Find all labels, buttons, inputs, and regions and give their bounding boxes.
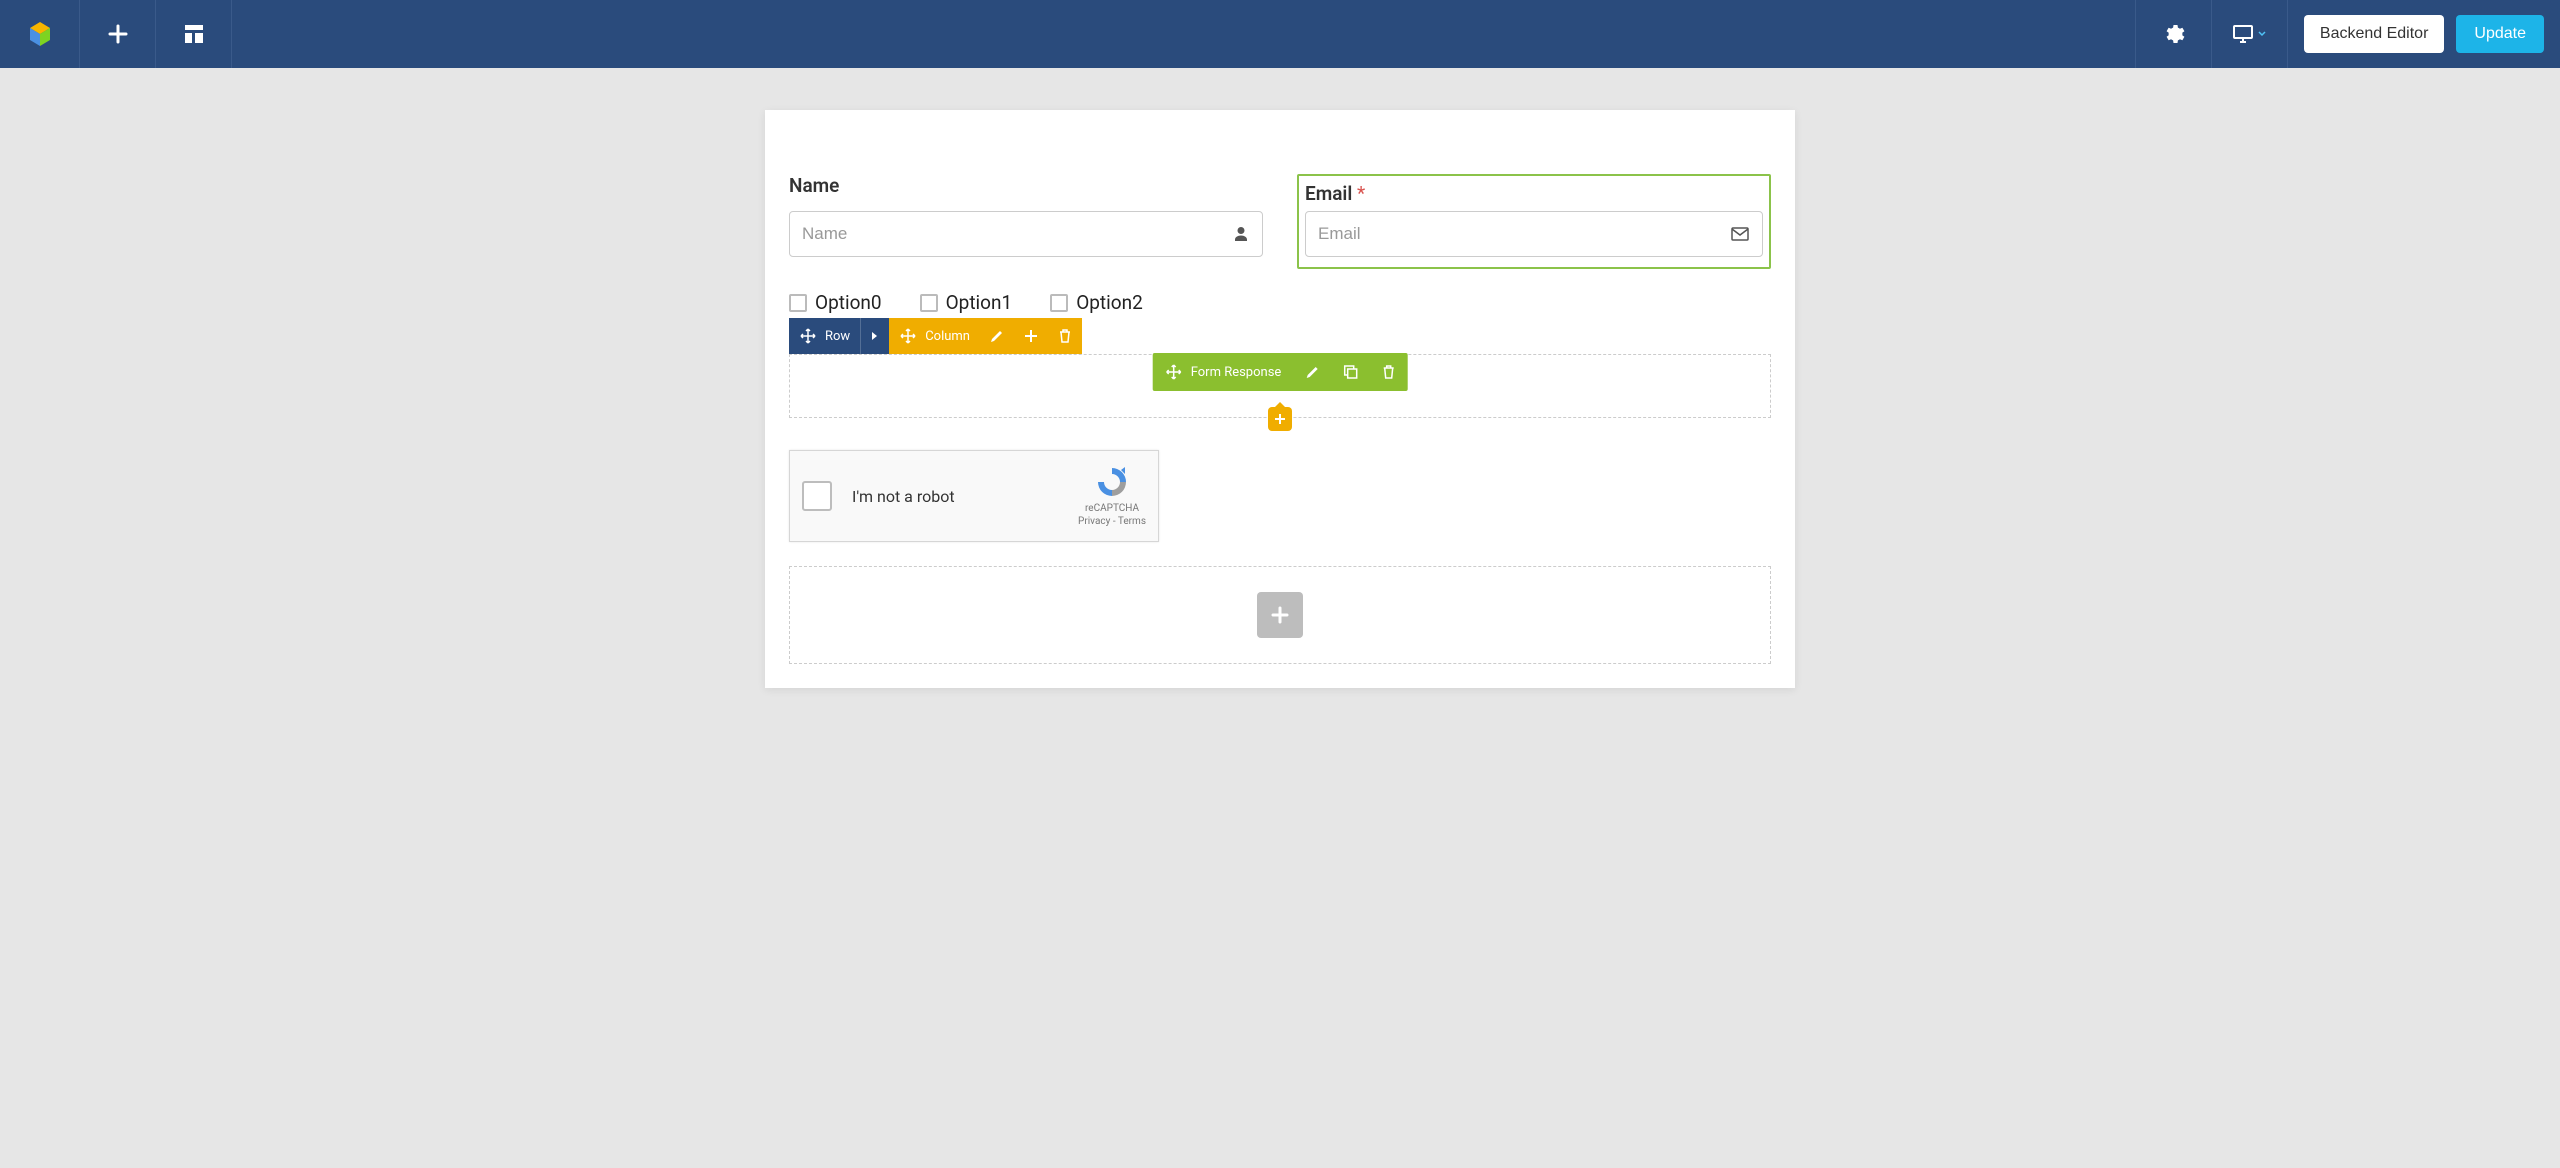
column-edit-button[interactable] [980, 318, 1014, 354]
plus-icon [1270, 605, 1290, 625]
top-bar: Backend Editor Update [0, 0, 2560, 68]
chevron-down-icon [2258, 31, 2266, 37]
form-response-delete-button[interactable] [1369, 353, 1407, 391]
option-label: Option1 [946, 291, 1013, 314]
wpbakery-logo-icon [26, 20, 54, 48]
name-input[interactable] [789, 211, 1263, 257]
trash-icon [1058, 329, 1072, 343]
add-element-inline-button[interactable] [1268, 407, 1292, 431]
name-label: Name [789, 174, 1263, 197]
gear-icon [2161, 22, 2185, 46]
form-response-row[interactable]: Form Response [789, 354, 1771, 418]
plus-move-icon [1165, 363, 1183, 381]
copy-icon [1343, 365, 1357, 379]
checkbox-icon[interactable] [789, 294, 807, 312]
form-row: Name Email * [789, 174, 1771, 269]
option-0[interactable]: Option0 [789, 291, 882, 314]
email-field-block[interactable]: Email * [1297, 174, 1771, 269]
column-label: Column [925, 329, 970, 344]
column-drag-handle[interactable]: Column [889, 318, 980, 354]
layout-icon [183, 23, 205, 45]
responsive-preview-button[interactable] [2211, 0, 2287, 68]
required-marker: * [1357, 182, 1365, 205]
option-1[interactable]: Option1 [920, 291, 1013, 314]
email-input-wrap [1305, 211, 1763, 257]
checkbox-options[interactable]: Option0 Option1 Option2 [789, 291, 1771, 314]
name-field-block[interactable]: Name [789, 174, 1263, 269]
envelope-icon [1731, 227, 1749, 241]
move-icon [799, 327, 817, 345]
row-drag-handle[interactable]: Row [789, 318, 860, 354]
pencil-icon [1305, 365, 1319, 379]
row-control: Row [789, 318, 889, 354]
row-layout-button[interactable] [861, 318, 889, 354]
checkbox-icon[interactable] [920, 294, 938, 312]
backend-editor-button[interactable]: Backend Editor [2304, 15, 2445, 53]
page-canvas: Name Email * [765, 110, 1795, 688]
name-input-wrap [789, 211, 1263, 257]
option-label: Option0 [815, 291, 882, 314]
recaptcha-checkbox[interactable] [802, 481, 832, 511]
recaptcha-branding: reCAPTCHA Privacy - Terms [1078, 464, 1146, 528]
email-input[interactable] [1305, 211, 1763, 257]
form-response-control: Form Response [1153, 353, 1408, 391]
topbar-spacer [232, 0, 2135, 68]
plus-icon [1274, 413, 1286, 425]
user-icon [1233, 226, 1249, 242]
checkbox-icon[interactable] [1050, 294, 1068, 312]
email-label-text: Email [1305, 182, 1352, 205]
plus-move-icon [899, 327, 917, 345]
recaptcha-logo-icon [1078, 464, 1146, 500]
trash-icon [1381, 365, 1395, 379]
templates-button[interactable] [156, 0, 232, 68]
option-label: Option2 [1076, 291, 1143, 314]
add-element-button[interactable] [80, 0, 156, 68]
desktop-icon [2232, 24, 2254, 44]
row-label: Row [825, 329, 850, 344]
recaptcha-widget[interactable]: I'm not a robot reCAPTCHA Privacy - Term… [789, 450, 1159, 542]
form-response-edit-button[interactable] [1293, 353, 1331, 391]
chevron-right-icon [871, 331, 879, 341]
form-response-label: Form Response [1191, 365, 1282, 380]
topbar-actions: Backend Editor Update [2287, 0, 2560, 68]
update-button[interactable]: Update [2456, 15, 2544, 53]
topbar-left [0, 0, 232, 68]
recaptcha-links[interactable]: Privacy - Terms [1078, 515, 1146, 528]
row-column-controls: Row Column [789, 318, 1771, 354]
form-response-clone-button[interactable] [1331, 353, 1369, 391]
recaptcha-brand: reCAPTCHA [1078, 502, 1146, 515]
settings-button[interactable] [2135, 0, 2211, 68]
canvas-wrap: Name Email * [0, 68, 2560, 728]
column-control: Column [889, 318, 1082, 354]
plus-icon [107, 23, 129, 45]
pencil-icon [990, 329, 1004, 343]
email-selected-frame: Email * [1297, 174, 1771, 269]
logo[interactable] [0, 0, 80, 68]
form-response-drag-handle[interactable]: Form Response [1153, 353, 1294, 391]
add-row-button[interactable] [1257, 592, 1303, 638]
add-row-placeholder[interactable] [789, 566, 1771, 664]
column-add-button[interactable] [1014, 318, 1048, 354]
email-label: Email * [1305, 182, 1763, 205]
option-2[interactable]: Option2 [1050, 291, 1143, 314]
recaptcha-text: I'm not a robot [852, 487, 1078, 506]
column-delete-button[interactable] [1048, 318, 1082, 354]
plus-icon [1024, 329, 1038, 343]
